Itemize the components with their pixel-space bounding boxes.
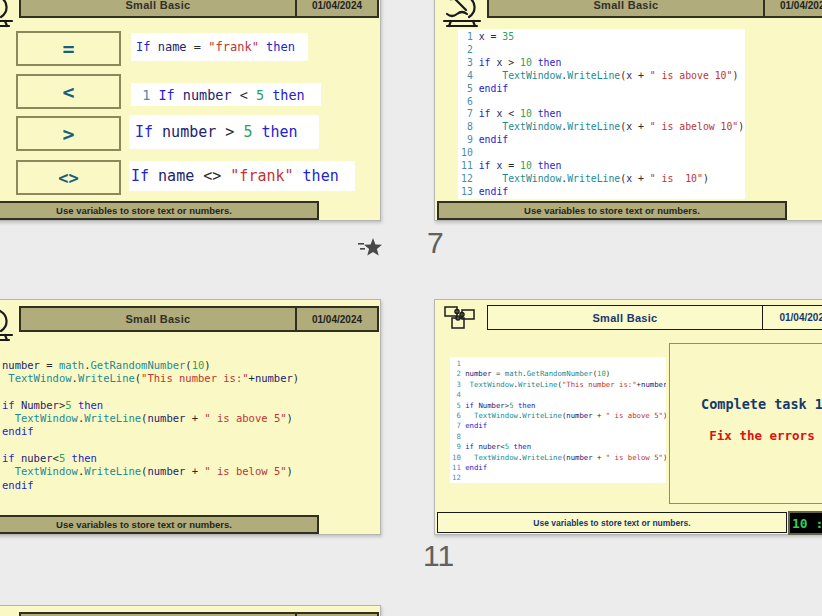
- puzzle-icon: [442, 305, 478, 331]
- slide-thumbnail-12[interactable]: Small Basic 01/04/2024 Use variables to …: [0, 605, 381, 616]
- slide-sorter-canvas: Small Basic 01/04/2024 = < > <> If name …: [0, 0, 822, 616]
- slide-date: 01/04/2024: [295, 0, 377, 16]
- task-title: Complete task 1: [701, 396, 822, 412]
- slide-thumbnail-11[interactable]: Small Basic 01/04/2024 1 2 number = math…: [434, 299, 822, 535]
- countdown-timer: 10 :: [788, 511, 822, 535]
- operator-box-equals: =: [16, 31, 121, 66]
- slide-title: Small Basic: [21, 0, 295, 16]
- slide-date: 01/04/2024: [295, 308, 377, 330]
- microscope-icon: [0, 302, 17, 344]
- transition-star-icon[interactable]: [354, 236, 384, 262]
- slide-footer: Use variables to store text or numbers.: [437, 201, 787, 220]
- operator-box-notequal: <>: [16, 160, 121, 195]
- slide-thumbnail-6[interactable]: Small Basic 01/04/2024 = < > <> If name …: [0, 0, 381, 221]
- slide-header: Small Basic 01/04/2024: [19, 306, 379, 332]
- code-block: 1 x = 35 2 3 if x > 10 then 4 TextWindow…: [458, 29, 745, 199]
- task-panel: Complete task 1 Fix the errors: [669, 343, 822, 504]
- slide-header: Small Basic 01/04/2024: [487, 305, 822, 330]
- code-example-notequal: If name <> "frank" then: [129, 161, 355, 191]
- slide-header: Small Basic 01/04/2024: [487, 0, 822, 18]
- microscope-icon: [0, 608, 17, 616]
- slide-number-11: 11: [423, 539, 454, 573]
- slide-date: 01/04/2024: [763, 0, 822, 16]
- code-example-equals: If name = "frank" then: [131, 33, 308, 61]
- code-example-greater: If number > 5 then: [129, 115, 319, 149]
- code-block: 1 2 number = math.GetRandomNumber(10) 3 …: [450, 357, 666, 483]
- task-instruction: Fix the errors: [709, 428, 814, 443]
- slide-footer: Use variables to store text or numbers.: [0, 515, 319, 534]
- slide-title: Small Basic: [21, 308, 295, 330]
- slide-thumbnail-10[interactable]: Small Basic 01/04/2024 number = math.Get…: [0, 299, 381, 535]
- microscope-icon: [439, 0, 485, 30]
- code-block: number = math.GetRandomNumber(10) TextWi…: [2, 359, 299, 492]
- slide-header: Small Basic 01/04/2024: [19, 612, 379, 616]
- slide-title: Small Basic: [488, 306, 762, 329]
- slide-date: 01/04/2024: [762, 306, 822, 329]
- slide-header: Small Basic 01/04/2024: [19, 0, 379, 18]
- slide-footer: Use variables to store text or numbers.: [0, 201, 319, 220]
- microscope-icon: [0, 0, 17, 30]
- slide-title: Small Basic: [489, 0, 763, 16]
- code-example-less: 1 If number < 5 then: [131, 83, 321, 106]
- slide-footer: Use variables to store text or numbers.: [437, 512, 787, 533]
- slide-thumbnail-7[interactable]: Small Basic 01/04/2024 1 x = 35 2 3 if x…: [434, 0, 822, 221]
- operator-box-less: <: [16, 74, 121, 109]
- operator-box-greater: >: [16, 116, 121, 151]
- slide-number-7: 7: [427, 226, 444, 260]
